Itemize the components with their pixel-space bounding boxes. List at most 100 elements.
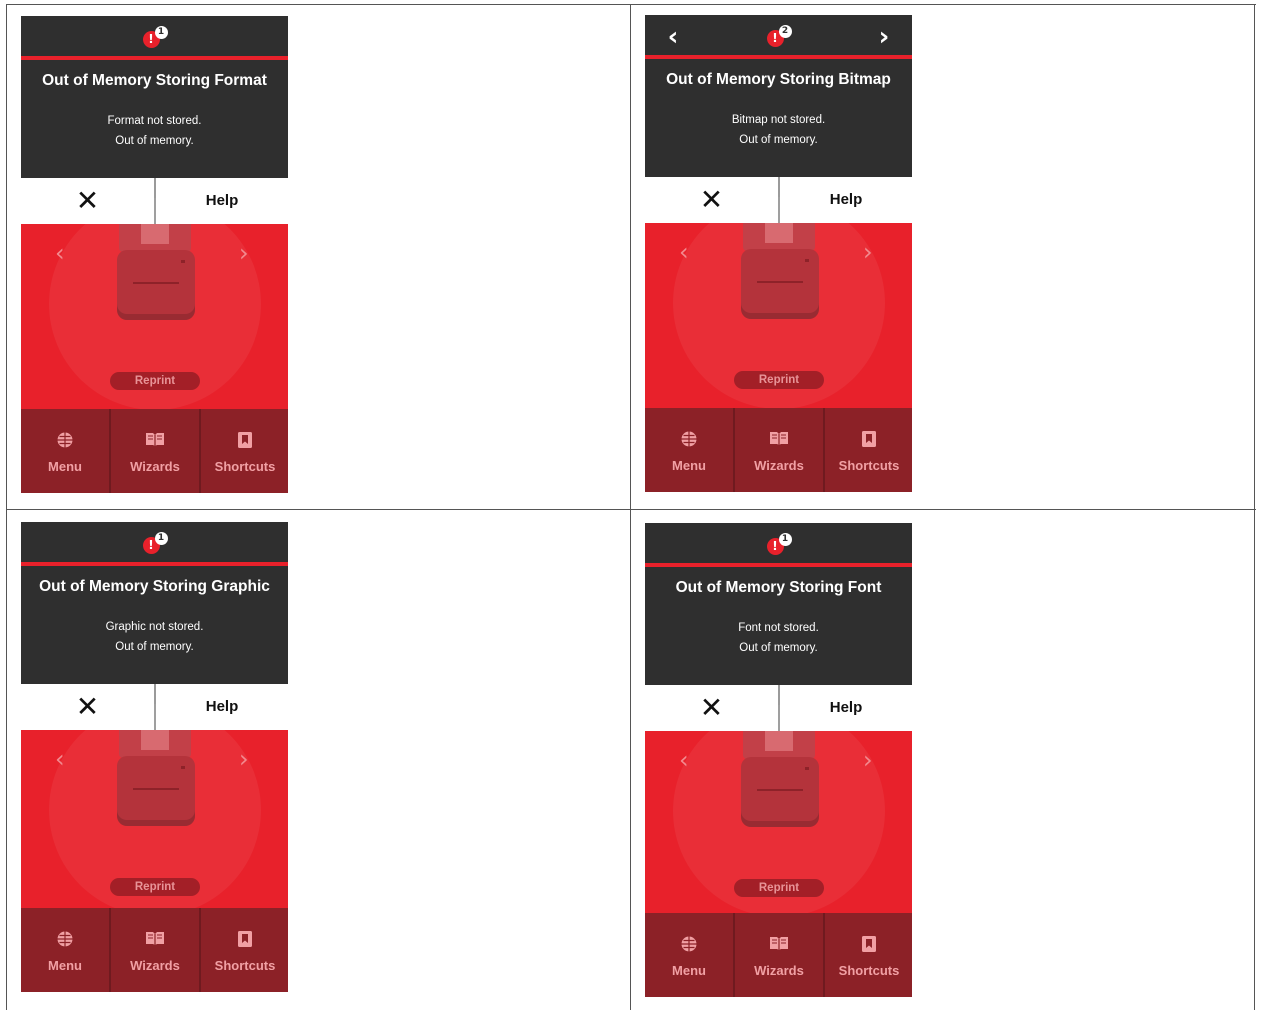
printer-screen-2: ‹ ! 2 › Out of Memory Storing Bitmap Bit… (645, 15, 912, 492)
nav-wizards-button[interactable]: Wizards (735, 408, 823, 492)
alert-message-line2: Out of memory. (115, 641, 194, 653)
alert-title: Out of Memory Storing Graphic (39, 578, 270, 595)
bookmark-icon (201, 930, 288, 952)
printer-image (117, 756, 195, 826)
alert-count-badge: 1 (778, 533, 792, 546)
nav-wizards-label: Wizards (754, 963, 804, 978)
reprint-button[interactable]: Reprint (110, 372, 200, 390)
bottom-nav: Menu Wizards Shortcuts (21, 409, 288, 493)
globe-icon (645, 430, 733, 452)
chevron-right-icon: › (239, 745, 249, 773)
nav-shortcuts-label: Shortcuts (838, 458, 900, 473)
printer-top (743, 731, 815, 759)
book-icon (111, 930, 199, 950)
alert-title: Out of Memory Storing Font (675, 579, 882, 596)
alert-title: Out of Memory Storing Format (42, 72, 267, 89)
printer-home-background: ‹ › Reprint (21, 704, 288, 916)
alert-header: ‹ ! 1 › Out of Memory Storing Font Font … (645, 523, 912, 685)
next-alert-button[interactable]: › (870, 23, 898, 51)
chevron-left-icon: ‹ (679, 238, 689, 266)
nav-menu-button[interactable]: Menu (21, 908, 109, 992)
nav-wizards-button[interactable]: Wizards (735, 913, 823, 997)
alert-indicator: ! 1 (142, 26, 169, 50)
alert-message-line1: Graphic not stored. (105, 621, 204, 633)
alert-count-badge: 1 (154, 532, 168, 545)
nav-menu-button[interactable]: Menu (645, 408, 733, 492)
nav-menu-button[interactable]: Menu (21, 409, 109, 493)
nav-shortcuts-button[interactable]: Shortcuts (825, 913, 912, 997)
nav-wizards-label: Wizards (130, 958, 180, 973)
nav-shortcuts-button[interactable]: Shortcuts (201, 908, 288, 992)
table-border-right (1254, 4, 1255, 1010)
alert-indicator: ! 2 (766, 25, 793, 49)
alert-header: ‹ ! 1 › Out of Memory Storing Graphic Gr… (21, 522, 288, 684)
printer-image (741, 249, 819, 319)
nav-wizards-label: Wizards (130, 459, 180, 474)
alert-message-line1: Bitmap not stored. (731, 114, 826, 126)
chevron-left-icon: ‹ (55, 239, 65, 267)
alert-message-line2: Out of memory. (115, 135, 194, 147)
printer-top (743, 223, 815, 251)
printer-top (119, 224, 191, 252)
printer-screen-1: ‹ ! 1 › Out of Memory Storing Format For… (21, 16, 288, 493)
header-divider (21, 562, 288, 566)
bottom-nav: Menu Wizards Shortcuts (21, 908, 288, 992)
book-icon (111, 431, 199, 451)
alert-message-line1: Format not stored. (107, 115, 202, 127)
nav-menu-label: Menu (48, 958, 82, 973)
bottom-nav: Menu Wizards Shortcuts (645, 913, 912, 997)
chevron-left-icon: ‹ (679, 746, 689, 774)
printer-home-background: ‹ › Reprint (645, 197, 912, 409)
header-divider (645, 55, 912, 59)
reprint-button[interactable]: Reprint (734, 371, 824, 389)
chevron-right-icon: › (239, 239, 249, 267)
globe-icon (645, 935, 733, 957)
reprint-button[interactable]: Reprint (110, 878, 200, 896)
printer-home-background: ‹ › Reprint (645, 705, 912, 917)
alert-indicator: ! 1 (142, 532, 169, 556)
alert-title: Out of Memory Storing Bitmap (666, 71, 891, 88)
globe-icon (21, 431, 109, 453)
bookmark-icon (825, 935, 912, 957)
nav-wizards-button[interactable]: Wizards (111, 908, 199, 992)
reprint-button[interactable]: Reprint (734, 879, 824, 897)
bookmark-icon (201, 431, 288, 453)
alert-message-line1: Font not stored. (738, 622, 819, 634)
table-row-divider (6, 509, 1256, 510)
nav-menu-button[interactable]: Menu (645, 913, 733, 997)
alert-message-line2: Out of memory. (739, 134, 818, 146)
nav-shortcuts-button[interactable]: Shortcuts (825, 408, 912, 492)
bookmark-icon (825, 430, 912, 452)
nav-wizards-label: Wizards (754, 458, 804, 473)
bottom-nav: Menu Wizards Shortcuts (645, 408, 912, 492)
printer-screen-3: ‹ ! 1 › Out of Memory Storing Graphic Gr… (21, 522, 288, 992)
nav-shortcuts-label: Shortcuts (838, 963, 900, 978)
printer-home-background: ‹ › Reprint (21, 198, 288, 410)
alert-indicator: ! 1 (766, 533, 793, 557)
nav-wizards-button[interactable]: Wizards (111, 409, 199, 493)
alert-count-badge: 1 (154, 26, 168, 39)
previous-alert-button[interactable]: ‹ (659, 23, 687, 51)
chevron-left-icon: ‹ (55, 745, 65, 773)
printer-screen-4: ‹ ! 1 › Out of Memory Storing Font Font … (645, 523, 912, 997)
book-icon (735, 430, 823, 450)
globe-icon (21, 930, 109, 952)
alert-header: ‹ ! 1 › Out of Memory Storing Format For… (21, 16, 288, 178)
chevron-right-icon: › (863, 746, 873, 774)
nav-menu-label: Menu (672, 458, 706, 473)
printer-image (117, 250, 195, 320)
table-column-divider (630, 4, 631, 1010)
chevron-right-icon: › (863, 238, 873, 266)
printer-top (119, 730, 191, 758)
table-border-left (6, 4, 7, 1010)
header-divider (645, 563, 912, 567)
alert-message-line2: Out of memory. (739, 642, 818, 654)
header-divider (21, 56, 288, 60)
alert-count-badge: 2 (778, 25, 792, 38)
nav-menu-label: Menu (672, 963, 706, 978)
printer-image (741, 757, 819, 827)
book-icon (735, 935, 823, 955)
nav-menu-label: Menu (48, 459, 82, 474)
nav-shortcuts-label: Shortcuts (214, 958, 276, 973)
nav-shortcuts-button[interactable]: Shortcuts (201, 409, 288, 493)
